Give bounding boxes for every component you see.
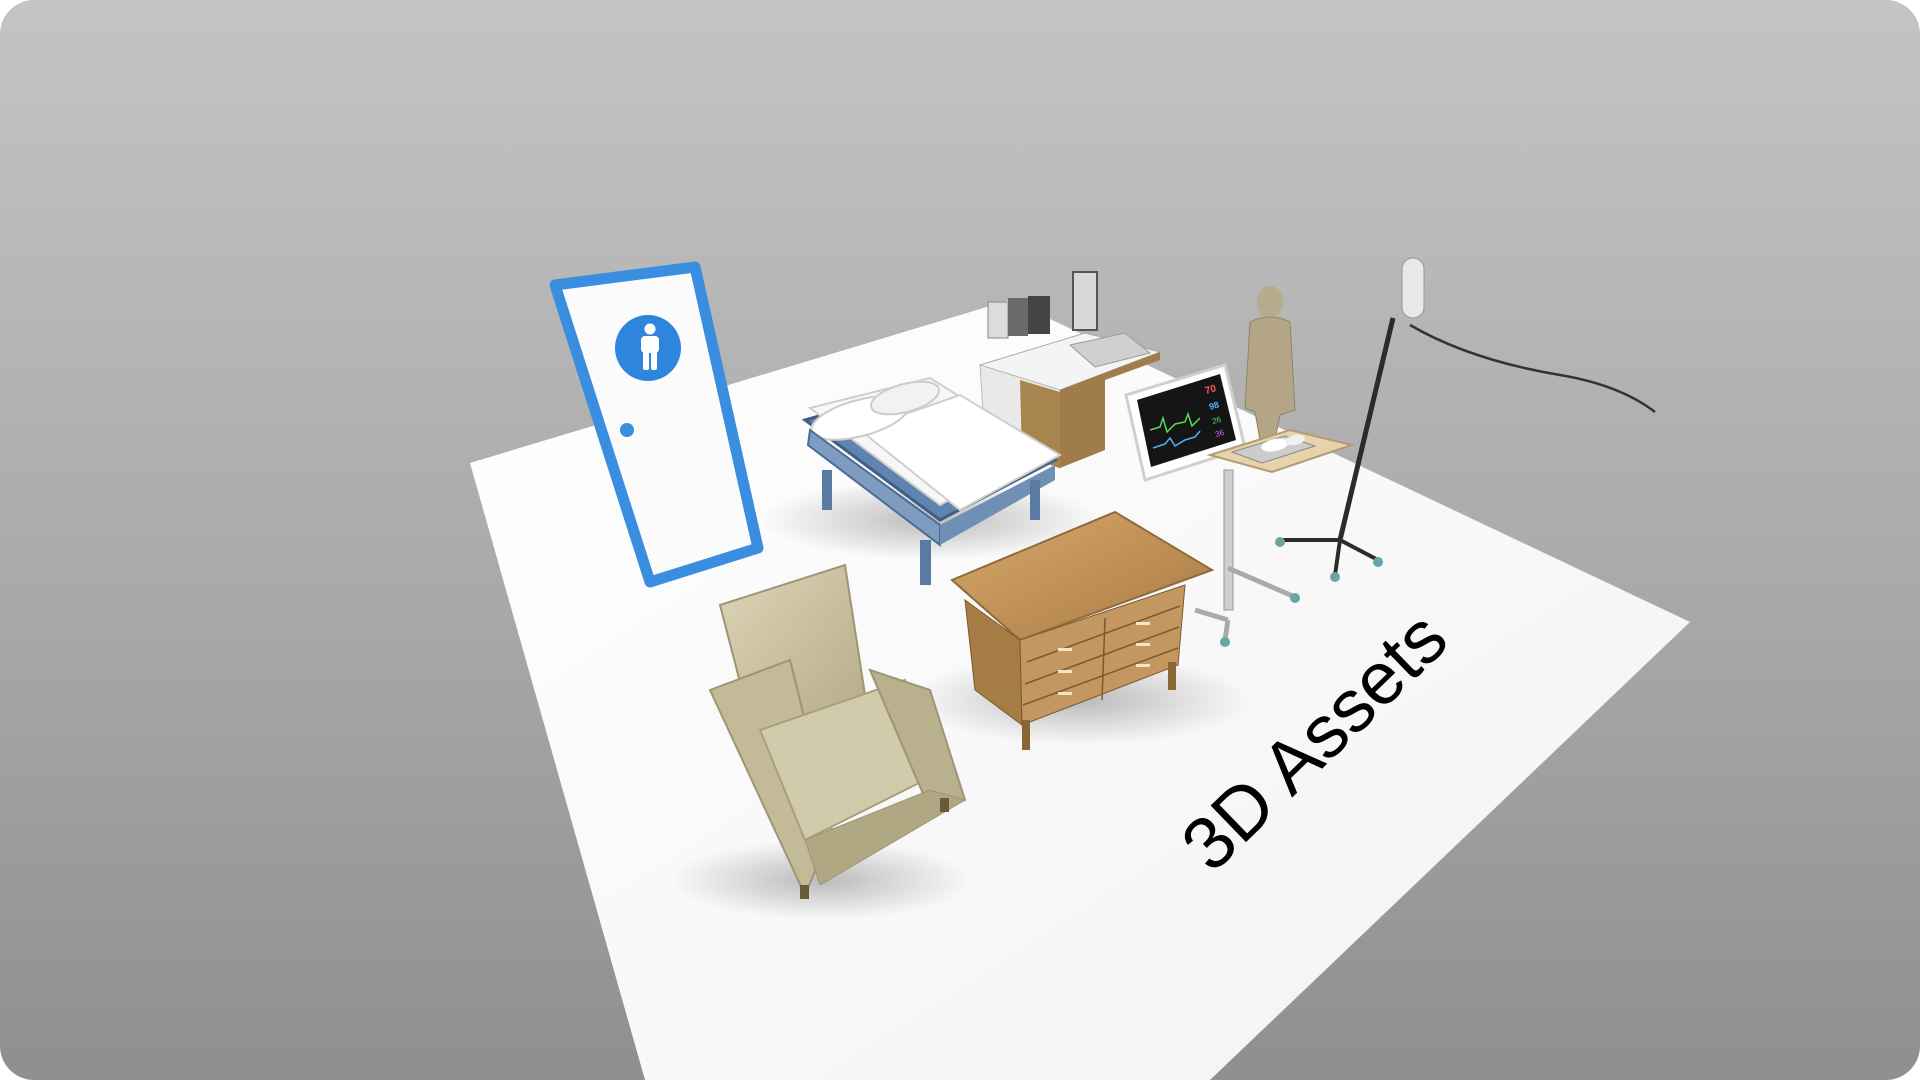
iv-cord bbox=[1409, 323, 1656, 413]
door-knob bbox=[620, 423, 634, 437]
3d-scene[interactable]: 70 98 26 36 3D Assets bbox=[0, 0, 1920, 1080]
person-icon bbox=[615, 315, 681, 381]
viewport[interactable]: 70 98 26 36 3D Assets bbox=[0, 0, 1920, 1080]
